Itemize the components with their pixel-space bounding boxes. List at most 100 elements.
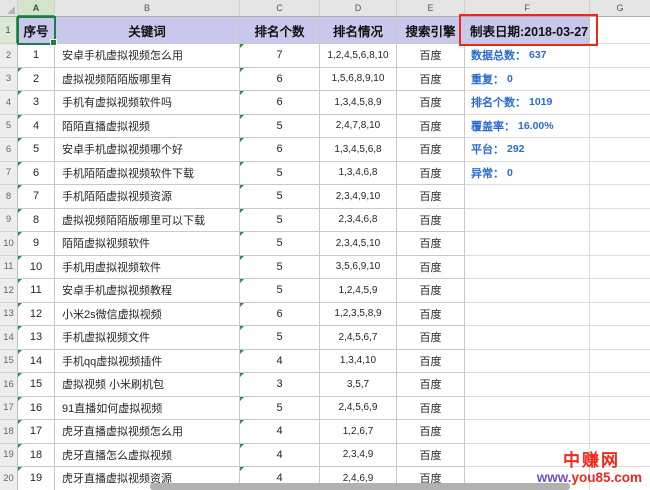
cell-empty[interactable] xyxy=(590,303,650,327)
cell-serial[interactable]: 12 xyxy=(18,303,55,327)
cell-engine[interactable]: 百度 xyxy=(397,256,465,280)
column-header-b[interactable]: B xyxy=(55,0,240,17)
cell-rank-detail[interactable]: 2,4,5,6,9 xyxy=(320,397,397,421)
cell-engine[interactable]: 百度 xyxy=(397,420,465,444)
cell-rank-detail[interactable]: 2,3,4,9 xyxy=(320,444,397,468)
cell-stat[interactable]: 数据总数：637 xyxy=(465,44,590,68)
cell-serial[interactable]: 1 xyxy=(18,44,55,68)
row-header-9[interactable]: 9 xyxy=(0,209,18,233)
row-header-4[interactable]: 4 xyxy=(0,91,18,115)
cell-serial[interactable]: 7 xyxy=(18,185,55,209)
cell-keyword[interactable]: 手机陌陌虚拟视频资源 xyxy=(55,185,240,209)
cell-rank-count[interactable]: 3 xyxy=(240,373,320,397)
cell-engine[interactable]: 百度 xyxy=(397,209,465,233)
cell-empty[interactable] xyxy=(590,185,650,209)
cell-empty[interactable] xyxy=(590,256,650,280)
header-cell-engine[interactable]: 搜索引擎 xyxy=(397,17,465,44)
cell-rank-count[interactable]: 4 xyxy=(240,420,320,444)
cell-serial[interactable]: 15 xyxy=(18,373,55,397)
row-header-5[interactable]: 5 xyxy=(0,115,18,139)
cell-stat[interactable] xyxy=(465,397,590,421)
cell-stat[interactable] xyxy=(465,373,590,397)
cell-engine[interactable]: 百度 xyxy=(397,138,465,162)
cell-engine[interactable]: 百度 xyxy=(397,68,465,92)
cell-rank-detail[interactable]: 1,3,4,5,6,8 xyxy=(320,138,397,162)
row-header-11[interactable]: 11 xyxy=(0,256,18,280)
cell-serial[interactable]: 3 xyxy=(18,91,55,115)
column-header-f[interactable]: F xyxy=(465,0,590,17)
column-header-e[interactable]: E xyxy=(397,0,465,17)
cell-stat[interactable] xyxy=(465,350,590,374)
cell-serial[interactable]: 10 xyxy=(18,256,55,280)
cell-rank-detail[interactable]: 1,3,4,6,8 xyxy=(320,162,397,186)
cell-serial[interactable]: 11 xyxy=(18,279,55,303)
cell-serial[interactable]: 13 xyxy=(18,326,55,350)
cell-rank-count[interactable]: 4 xyxy=(240,350,320,374)
cell-rank-count[interactable]: 4 xyxy=(240,444,320,468)
cell-engine[interactable]: 百度 xyxy=(397,115,465,139)
cell-rank-detail[interactable]: 1,2,6,7 xyxy=(320,420,397,444)
cell-stat[interactable]: 覆盖率：16.00% xyxy=(465,115,590,139)
cell-rank-detail[interactable]: 3,5,6,9,10 xyxy=(320,256,397,280)
cell-rank-count[interactable]: 5 xyxy=(240,397,320,421)
cell-rank-count[interactable]: 5 xyxy=(240,279,320,303)
column-header-g[interactable]: G xyxy=(590,0,650,17)
cell-rank-count[interactable]: 5 xyxy=(240,162,320,186)
cell-keyword[interactable]: 手机虚拟视频文件 xyxy=(55,326,240,350)
cell-engine[interactable]: 百度 xyxy=(397,326,465,350)
cell-stat[interactable] xyxy=(465,232,590,256)
cell-rank-count[interactable]: 5 xyxy=(240,185,320,209)
cell-stat[interactable] xyxy=(465,256,590,280)
cell-keyword[interactable]: 手机陌陌虚拟视频软件下载 xyxy=(55,162,240,186)
cell-empty[interactable] xyxy=(590,373,650,397)
row-header-2[interactable]: 2 xyxy=(0,44,18,68)
cell-empty[interactable] xyxy=(590,397,650,421)
cell-keyword[interactable]: 虚拟视频 小米刷机包 xyxy=(55,373,240,397)
cell-stat[interactable] xyxy=(465,209,590,233)
cell-serial[interactable]: 19 xyxy=(18,467,55,490)
cell-rank-detail[interactable]: 1,3,4,5,8,9 xyxy=(320,91,397,115)
cell-keyword[interactable]: 安卓手机虚拟视频哪个好 xyxy=(55,138,240,162)
cell-keyword[interactable]: 手机qq虚拟视频插件 xyxy=(55,350,240,374)
cell-stat[interactable] xyxy=(465,420,590,444)
cell-empty[interactable] xyxy=(590,138,650,162)
select-all-corner[interactable] xyxy=(0,0,18,17)
cell-rank-detail[interactable]: 2,3,4,5,10 xyxy=(320,232,397,256)
cell-engine[interactable]: 百度 xyxy=(397,162,465,186)
cell-stat[interactable]: 排名个数：1019 xyxy=(465,91,590,115)
cell-engine[interactable]: 百度 xyxy=(397,185,465,209)
row-header-10[interactable]: 10 xyxy=(0,232,18,256)
cell-serial[interactable]: 16 xyxy=(18,397,55,421)
cell-rank-detail[interactable]: 2,3,4,9,10 xyxy=(320,185,397,209)
cell-engine[interactable]: 百度 xyxy=(397,232,465,256)
cell-engine[interactable]: 百度 xyxy=(397,350,465,374)
cell-engine[interactable]: 百度 xyxy=(397,373,465,397)
cell-serial[interactable]: 8 xyxy=(18,209,55,233)
cell-engine[interactable]: 百度 xyxy=(397,444,465,468)
cell-stat[interactable] xyxy=(465,326,590,350)
header-cell-rank-detail[interactable]: 排名情况 xyxy=(320,17,397,44)
cell-serial[interactable]: 4 xyxy=(18,115,55,139)
cell-rank-count[interactable]: 6 xyxy=(240,91,320,115)
cell-rank-count[interactable]: 5 xyxy=(240,232,320,256)
cell-rank-detail[interactable]: 1,5,6,8,9,10 xyxy=(320,68,397,92)
cell-serial[interactable]: 17 xyxy=(18,420,55,444)
cell-serial[interactable]: 14 xyxy=(18,350,55,374)
cell-engine[interactable]: 百度 xyxy=(397,303,465,327)
header-cell-rank-count[interactable]: 排名个数 xyxy=(240,17,320,44)
cell-keyword[interactable]: 虎牙直播虚拟视频怎么用 xyxy=(55,420,240,444)
cell-empty[interactable] xyxy=(590,279,650,303)
cell-rank-count[interactable]: 5 xyxy=(240,209,320,233)
cell-keyword[interactable]: 虚拟视频陌陌版哪里有 xyxy=(55,68,240,92)
cell-rank-detail[interactable]: 2,3,4,6,8 xyxy=(320,209,397,233)
row-header-12[interactable]: 12 xyxy=(0,279,18,303)
row-header-3[interactable]: 3 xyxy=(0,68,18,92)
cell-engine[interactable]: 百度 xyxy=(397,91,465,115)
cell-stat[interactable]: 重复：0 xyxy=(465,68,590,92)
row-header-14[interactable]: 14 xyxy=(0,326,18,350)
row-header-19[interactable]: 19 xyxy=(0,444,18,468)
row-header-8[interactable]: 8 xyxy=(0,185,18,209)
cell-empty[interactable] xyxy=(590,91,650,115)
cell-rank-detail[interactable]: 1,2,3,5,8,9 xyxy=(320,303,397,327)
row-header-6[interactable]: 6 xyxy=(0,138,18,162)
